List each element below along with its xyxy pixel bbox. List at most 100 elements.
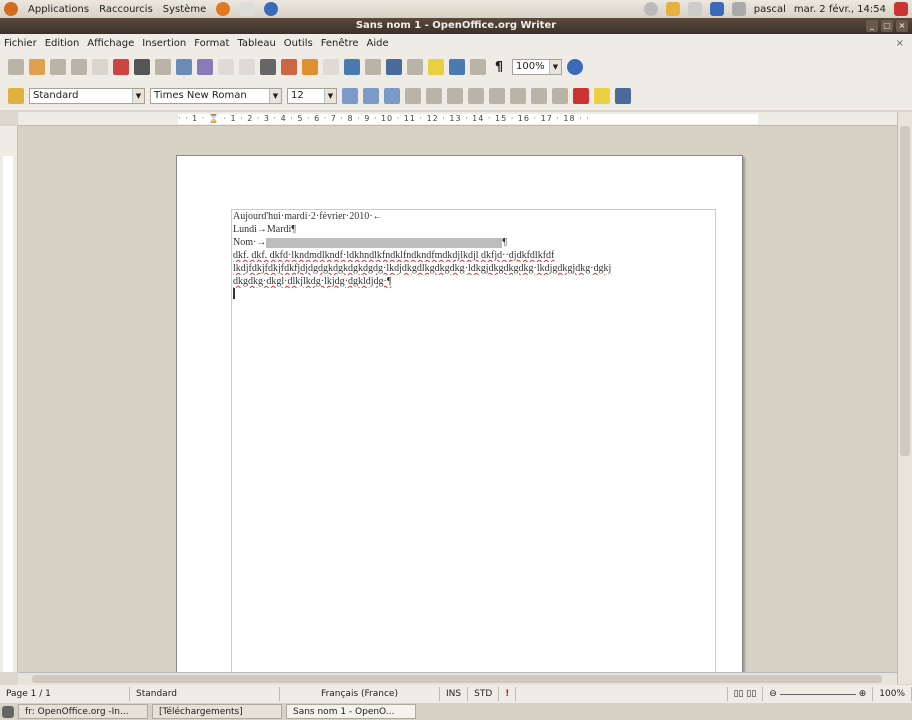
volume-icon[interactable] <box>731 2 746 16</box>
doc-line[interactable]: lkdjfdkjfdkjfdkfjdjdgdgkdgkdgkdgdg·lkdjd… <box>233 262 715 275</box>
menu-tableau[interactable]: Tableau <box>237 38 275 49</box>
font-name-select[interactable]: Times New Roman ▼ <box>150 88 282 104</box>
zoom-percent[interactable]: 100% <box>873 687 912 701</box>
doc-line[interactable]: Lundi→Mardi¶ <box>233 223 715 236</box>
page-indicator[interactable]: Page 1 / 1 <box>0 687 130 701</box>
font-size-select[interactable]: 12 ▼ <box>287 88 337 104</box>
redo-icon[interactable] <box>323 59 339 75</box>
weather-icon[interactable] <box>665 2 680 16</box>
styles-icon[interactable] <box>8 88 24 104</box>
email-icon[interactable] <box>71 59 87 75</box>
underline-icon[interactable] <box>384 88 400 104</box>
task-downloads[interactable]: [Téléchargements] <box>152 704 282 719</box>
horizontal-ruler[interactable]: · · 1 · ⌛ · 1 · 2 · 3 · 4 · 5 · 6 · 7 · … <box>18 112 898 126</box>
mail-indicator-icon[interactable] <box>687 2 702 16</box>
increase-indent-icon[interactable] <box>552 88 568 104</box>
menu-affichage[interactable]: Affichage <box>87 38 134 49</box>
menu-insertion[interactable]: Insertion <box>142 38 186 49</box>
help-icon[interactable] <box>567 59 583 75</box>
horizontal-scrollbar[interactable] <box>18 672 897 685</box>
trash-icon[interactable] <box>894 705 908 719</box>
task-writer[interactable]: Sans nom 1 - OpenO... <box>286 704 416 719</box>
help-icon[interactable] <box>264 2 279 16</box>
navigator-icon[interactable] <box>428 59 444 75</box>
view-layout-icons[interactable]: ▯▯ ▯▯ <box>728 687 764 701</box>
highlight-icon[interactable] <box>594 88 610 104</box>
minimize-button[interactable]: _ <box>866 20 878 32</box>
task-firefox[interactable]: fr: OpenOffice.org -In... <box>18 704 148 719</box>
doc-line[interactable]: dkf. dkf. dkfd·lkndmdlkndf·ldkhndlkfndkl… <box>233 249 715 262</box>
show-draw-functions-icon[interactable] <box>386 59 402 75</box>
menu-outils[interactable]: Outils <box>284 38 313 49</box>
zoom-slider[interactable]: ⊖ ⊕ <box>763 687 874 701</box>
selection-mode[interactable]: STD <box>468 687 500 701</box>
menu-format[interactable]: Format <box>194 38 229 49</box>
input-field-placeholder[interactable] <box>266 237 503 248</box>
power-icon[interactable] <box>643 2 658 16</box>
bold-icon[interactable] <box>342 88 358 104</box>
clone-format-icon[interactable] <box>281 59 297 75</box>
menu-raccourcis[interactable]: Raccourcis <box>99 4 153 15</box>
shutdown-icon[interactable] <box>894 2 908 16</box>
menu-bar: Fichier Edition Affichage Insertion Form… <box>0 34 912 52</box>
mail-icon[interactable] <box>240 2 255 16</box>
menu-edition[interactable]: Edition <box>45 38 80 49</box>
edit-file-icon[interactable] <box>92 59 108 75</box>
clock[interactable]: mar. 2 févr., 14:54 <box>794 4 886 15</box>
export-pdf-icon[interactable] <box>113 59 129 75</box>
menu-aide[interactable]: Aide <box>367 38 389 49</box>
gallery-icon[interactable] <box>449 59 465 75</box>
decrease-indent-icon[interactable] <box>531 88 547 104</box>
menu-systeme[interactable]: Système <box>163 4 206 15</box>
spellcheck-icon[interactable] <box>176 59 192 75</box>
print-icon[interactable] <box>134 59 150 75</box>
paragraph-style-select[interactable]: Standard ▼ <box>29 88 145 104</box>
maximize-button[interactable]: □ <box>881 20 893 32</box>
page-style[interactable]: Standard <box>130 687 280 701</box>
language[interactable]: Français (France) <box>280 687 440 701</box>
chevron-down-icon: ▼ <box>549 60 561 74</box>
menu-fichier[interactable]: Fichier <box>4 38 37 49</box>
vertical-ruler[interactable] <box>0 126 18 672</box>
table-icon[interactable] <box>365 59 381 75</box>
show-desktop-icon[interactable] <box>2 705 14 718</box>
align-left-icon[interactable] <box>405 88 421 104</box>
italic-icon[interactable] <box>363 88 379 104</box>
paste-icon[interactable] <box>260 59 276 75</box>
data-sources-icon[interactable] <box>470 59 486 75</box>
document-area[interactable]: Aujourd'hui·mardi·2·février·2010·← Lundi… <box>18 126 897 672</box>
align-center-icon[interactable] <box>426 88 442 104</box>
justify-icon[interactable] <box>468 88 484 104</box>
find-replace-icon[interactable] <box>407 59 423 75</box>
copy-icon[interactable] <box>239 59 255 75</box>
zoom-select[interactable]: 100% ▼ <box>512 59 562 75</box>
cut-icon[interactable] <box>218 59 234 75</box>
text-body[interactable]: Aujourd'hui·mardi·2·février·2010·← Lundi… <box>231 209 716 672</box>
vertical-scrollbar[interactable] <box>897 112 912 684</box>
firefox-icon[interactable] <box>216 2 231 16</box>
formatting-marks-icon[interactable]: ¶ <box>491 60 507 75</box>
close-button[interactable]: × <box>896 20 908 32</box>
numbering-icon[interactable] <box>489 88 505 104</box>
close-document-icon[interactable]: × <box>896 38 904 49</box>
font-color-icon[interactable] <box>573 88 589 104</box>
doc-line[interactable]: Aujourd'hui·mardi·2·février·2010·← <box>233 210 715 223</box>
bluetooth-icon[interactable] <box>709 2 724 16</box>
new-icon[interactable] <box>8 59 24 75</box>
page[interactable]: Aujourd'hui·mardi·2·février·2010·← Lundi… <box>176 155 743 672</box>
open-icon[interactable] <box>29 59 45 75</box>
autospellcheck-icon[interactable] <box>197 59 213 75</box>
undo-icon[interactable] <box>302 59 318 75</box>
save-icon[interactable] <box>50 59 66 75</box>
user-name[interactable]: pascal <box>754 4 786 15</box>
hyperlink-icon[interactable] <box>344 59 360 75</box>
align-right-icon[interactable] <box>447 88 463 104</box>
background-color-icon[interactable] <box>615 88 631 104</box>
doc-line[interactable]: dkgdkg·dkgl·dlkjlkdg·lkjdg·dgkldjdg·¶ <box>233 275 715 288</box>
menu-applications[interactable]: Applications <box>28 4 89 15</box>
insert-mode[interactable]: INS <box>440 687 469 701</box>
bullets-icon[interactable] <box>510 88 526 104</box>
print-preview-icon[interactable] <box>155 59 171 75</box>
menu-fenetre[interactable]: Fenêtre <box>321 38 359 49</box>
doc-line[interactable]: Nom·→ ¶ <box>233 236 715 249</box>
